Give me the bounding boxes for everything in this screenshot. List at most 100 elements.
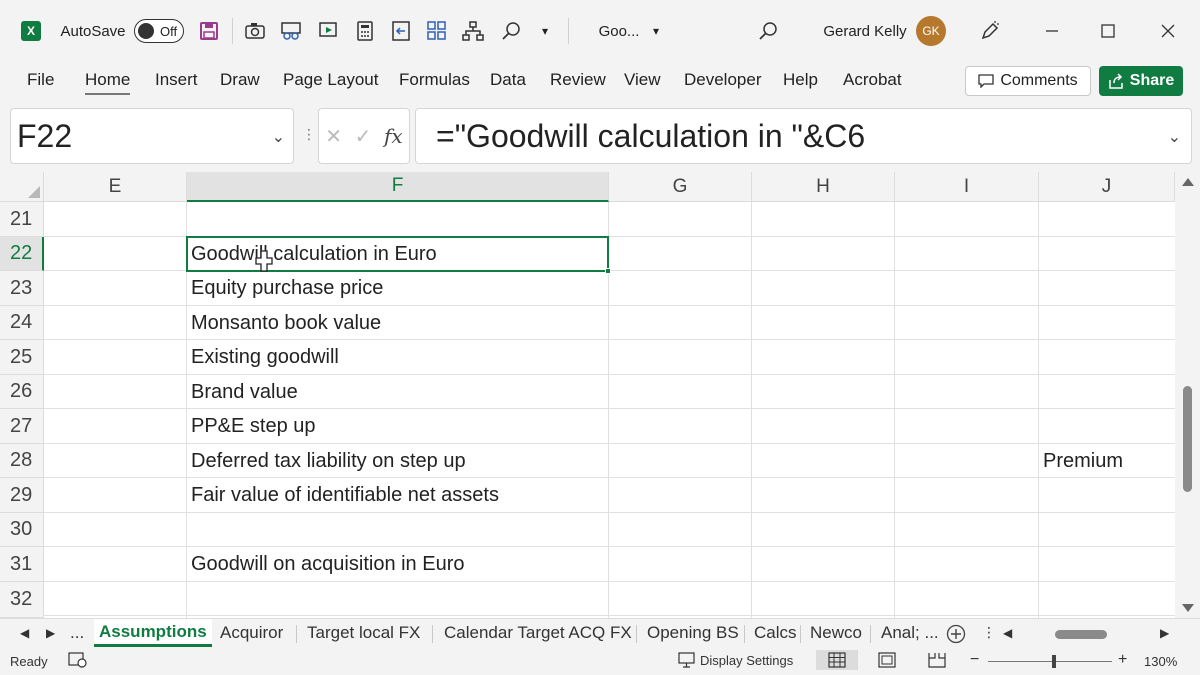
column-header-h[interactable]: H — [752, 172, 895, 202]
search-box-button[interactable] — [756, 0, 780, 62]
reading-view-button[interactable] — [278, 0, 304, 62]
search-button[interactable] — [498, 0, 524, 62]
maximize-button[interactable] — [1096, 0, 1120, 62]
chevron-down-icon[interactable]: ⌄ — [272, 127, 285, 147]
grid-button[interactable] — [424, 0, 450, 62]
close-button[interactable] — [1156, 0, 1180, 62]
sheet-tab-analysis[interactable]: Anal; ... — [881, 619, 939, 647]
cell-f26[interactable]: Brand value — [187, 375, 298, 409]
horizontal-scroll-thumb[interactable] — [1055, 630, 1107, 639]
tab-data[interactable]: Data — [490, 70, 526, 90]
cancel-entry-icon[interactable]: ✕ — [325, 124, 342, 149]
present-button[interactable] — [316, 0, 342, 62]
zoom-in-button[interactable]: + — [1118, 651, 1127, 669]
normal-view-button[interactable] — [816, 650, 858, 670]
sheet-tab-calendar-target-acq-fx[interactable]: Calendar Target ACQ FX — [444, 619, 632, 647]
hierarchy-button[interactable] — [460, 0, 486, 62]
scroll-down-icon[interactable] — [1182, 604, 1194, 612]
row-header-28[interactable]: 28 — [0, 444, 44, 478]
file-name[interactable]: Goo... — [596, 0, 642, 62]
formula-input[interactable]: ="Goodwill calculation in "&C6 ⌄ — [415, 108, 1192, 164]
scroll-right-icon[interactable]: ▶ — [1160, 626, 1169, 640]
tab-review[interactable]: Review — [550, 70, 606, 90]
row-header-25[interactable]: 25 — [0, 340, 44, 375]
prev-sheet-icon[interactable]: ◀ — [20, 626, 29, 640]
column-header-e[interactable]: E — [44, 172, 187, 202]
name-box[interactable]: F22 ⌄ — [10, 108, 294, 164]
tab-help[interactable]: Help — [783, 70, 818, 90]
tab-home[interactable]: Home — [85, 70, 131, 95]
user-avatar-button[interactable]: GK — [914, 0, 948, 62]
sheet-tab-assumptions[interactable]: Assumptions — [94, 619, 212, 647]
row-header-24[interactable]: 24 — [0, 306, 44, 340]
cell-f25[interactable]: Existing goodwill — [187, 340, 339, 375]
cell-f28[interactable]: Deferred tax liability on step up — [187, 444, 466, 478]
share-button[interactable]: Share — [1099, 66, 1183, 96]
more-sheets-button[interactable]: ... — [70, 619, 84, 647]
row-header-31[interactable]: 31 — [0, 547, 44, 582]
import-button[interactable] — [388, 0, 414, 62]
formula-bar-splitter[interactable]: ⋮ — [302, 126, 316, 143]
save-button[interactable] — [196, 0, 222, 62]
page-layout-view-button[interactable] — [878, 652, 896, 668]
vertical-scroll-thumb[interactable] — [1183, 386, 1192, 492]
add-sheet-icon[interactable] — [946, 624, 966, 644]
tab-formulas[interactable]: Formulas — [399, 70, 470, 90]
tab-page-layout[interactable]: Page Layout — [283, 70, 378, 90]
cell-f29[interactable]: Fair value of identifiable net assets — [187, 478, 499, 513]
tab-draw[interactable]: Draw — [220, 70, 260, 90]
calculator-button[interactable] — [352, 0, 378, 62]
fill-handle[interactable] — [605, 268, 611, 274]
page-break-view-button[interactable] — [928, 652, 946, 668]
row-header-22[interactable]: 22 — [0, 237, 44, 271]
scroll-up-icon[interactable] — [1182, 178, 1194, 186]
accessibility-button[interactable] — [68, 652, 88, 668]
zoom-level[interactable]: 130% — [1144, 654, 1177, 669]
minimize-button[interactable] — [1040, 0, 1064, 62]
row-header-21[interactable]: 21 — [0, 202, 44, 237]
tab-insert[interactable]: Insert — [155, 70, 198, 90]
display-settings-button[interactable]: Display Settings — [678, 652, 793, 668]
sheet-tab-calcs[interactable]: Calcs — [754, 619, 797, 647]
cell-f27[interactable]: PP&E step up — [187, 409, 316, 444]
cell-f31[interactable]: Goodwill on acquisition in Euro — [187, 547, 465, 582]
designer-button[interactable] — [978, 0, 1002, 62]
comments-button[interactable]: Comments — [965, 66, 1091, 96]
tab-acrobat[interactable]: Acrobat — [843, 70, 902, 90]
column-header-g[interactable]: G — [609, 172, 752, 202]
column-header-f[interactable]: F — [187, 172, 609, 202]
cell-f23[interactable]: Equity purchase price — [187, 271, 383, 306]
row-header-26[interactable]: 26 — [0, 375, 44, 409]
tab-developer[interactable]: Developer — [684, 70, 762, 90]
select-all-button[interactable] — [0, 172, 44, 202]
user-name[interactable]: Gerard Kelly — [822, 0, 908, 62]
sheet-tab-opening-bs[interactable]: Opening BS — [647, 619, 739, 647]
row-header-23[interactable]: 23 — [0, 271, 44, 306]
cell-j28[interactable]: Premium — [1039, 444, 1123, 478]
column-header-j[interactable]: J — [1039, 172, 1175, 202]
tab-view[interactable]: View — [624, 70, 661, 90]
row-header-29[interactable]: 29 — [0, 478, 44, 513]
row-header-30[interactable]: 30 — [0, 513, 44, 547]
zoom-out-button[interactable]: − — [970, 651, 979, 669]
sheet-tab-acquiror[interactable]: Acquiror — [220, 619, 283, 647]
tab-file[interactable]: File — [27, 70, 54, 90]
insert-function-icon[interactable]: fx — [384, 124, 403, 148]
zoom-slider[interactable] — [988, 661, 1112, 662]
zoom-slider-thumb[interactable] — [1052, 655, 1056, 668]
row-header-32[interactable]: 32 — [0, 582, 44, 618]
worksheet-grid[interactable]: E F G H I J 21 22 23 24 25 26 27 28 29 3… — [0, 172, 1200, 618]
autosave-toggle[interactable]: Off — [132, 0, 186, 62]
tab-splitter-icon[interactable]: ⋮ — [982, 624, 996, 641]
confirm-entry-icon[interactable]: ✓ — [355, 124, 372, 149]
camera-button[interactable] — [242, 0, 268, 62]
cell-f24[interactable]: Monsanto book value — [187, 306, 381, 340]
file-menu-chevron[interactable]: ▾ — [648, 0, 664, 62]
row-header-27[interactable]: 27 — [0, 409, 44, 444]
column-header-i[interactable]: I — [895, 172, 1039, 202]
vertical-scrollbar[interactable] — [1175, 172, 1200, 618]
customize-toolbar-button[interactable]: ▾ — [536, 0, 554, 62]
sheet-tab-newco[interactable]: Newco — [810, 619, 862, 647]
sheet-tab-target-local-fx[interactable]: Target local FX — [307, 619, 420, 647]
next-sheet-icon[interactable]: ▶ — [46, 626, 55, 640]
